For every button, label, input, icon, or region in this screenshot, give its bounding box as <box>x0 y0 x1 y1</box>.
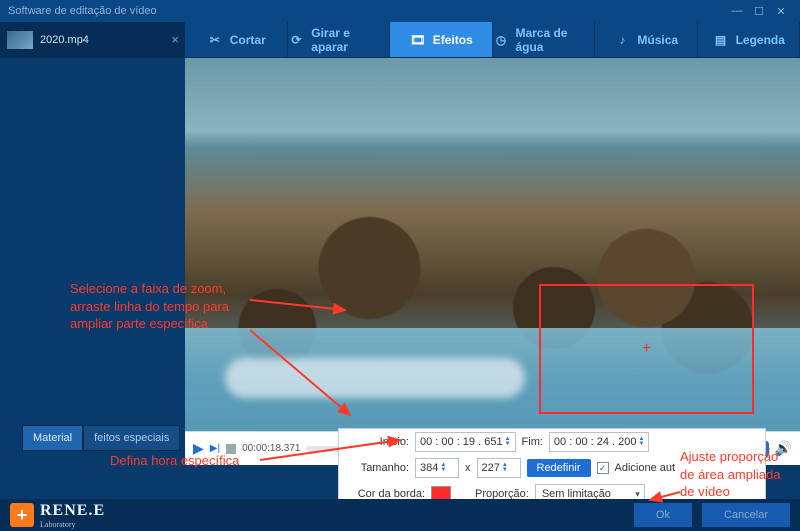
tab-rotate-label: Girar e aparar <box>311 26 389 54</box>
stop-button[interactable] <box>226 444 236 454</box>
scissors-icon: ✂ <box>206 31 224 49</box>
tab-music-label: Música <box>637 33 678 47</box>
title-bar: Software de editação de vídeo — ☐ ✕ <box>0 0 800 22</box>
file-chip[interactable]: 2020.mp4 × <box>0 22 185 57</box>
brand-logo: RENE.E Laboratory <box>10 502 105 529</box>
start-label: Início: <box>349 436 409 448</box>
app-title: Software de editação de vídeo <box>8 5 157 17</box>
tab-rotate[interactable]: ⟳ Girar e aparar <box>288 22 391 57</box>
tab-subtitle[interactable]: ▤ Legenda <box>698 22 800 57</box>
film-icon: 🎞 <box>409 31 427 49</box>
auto-add-checkbox[interactable]: ✓ <box>597 462 609 474</box>
tab-cut-label: Cortar <box>230 33 266 47</box>
tool-tabs: ✂ Cortar ⟳ Girar e aparar 🎞 Efeitos ◷ Ma… <box>185 22 800 57</box>
end-label: Fim: <box>522 436 543 448</box>
size-label: Tamanho: <box>349 462 409 474</box>
reset-button[interactable]: Redefinir <box>527 459 591 477</box>
start-time-input[interactable]: 00 : 00 : 19 . 651▲▼ <box>415 432 516 452</box>
tab-material[interactable]: Material <box>22 425 83 451</box>
file-name: 2020.mp4 <box>40 34 89 46</box>
tab-subtitle-label: Legenda <box>736 33 785 47</box>
step-button[interactable]: ▶| <box>210 443 220 454</box>
tab-watermark[interactable]: ◷ Marca de água <box>493 22 596 57</box>
crosshair-icon: + <box>642 340 651 358</box>
play-button[interactable]: ▶ <box>193 440 204 457</box>
time-current: 00:00:18.371 <box>242 443 300 454</box>
tab-watermark-label: Marca de água <box>515 26 594 54</box>
volume-icon[interactable]: 🔊 <box>775 440 792 457</box>
spin-down-icon: ▼ <box>505 442 511 447</box>
tab-cut[interactable]: ✂ Cortar <box>185 22 288 57</box>
stamp-icon: ◷ <box>493 31 510 49</box>
ok-button[interactable]: Ok <box>634 503 692 527</box>
end-time-input[interactable]: 00 : 00 : 24 . 200▲▼ <box>549 432 650 452</box>
brand-subtitle: Laboratory <box>40 520 105 529</box>
auto-add-label: Adicione aut <box>615 462 676 474</box>
left-panel: Material feitos especiais <box>0 58 185 465</box>
brand-name: RENE.E <box>40 502 105 520</box>
tab-effects-label: Efeitos <box>433 33 473 47</box>
footer-bar: RENE.E Laboratory Ok Cancelar <box>0 499 800 531</box>
music-note-icon: ♪ <box>613 31 631 49</box>
editor-toolbar: 2020.mp4 × ✂ Cortar ⟳ Girar e aparar 🎞 E… <box>0 22 800 58</box>
tab-effects[interactable]: 🎞 Efeitos <box>390 22 493 57</box>
video-viewer: + ▶ ▶| 00:00:18.371 00:00:19.651-00:00:2… <box>185 58 800 465</box>
material-tabs: Material feitos especiais <box>22 425 180 451</box>
rotate-icon: ⟳ <box>288 31 306 49</box>
video-frame[interactable]: + <box>185 58 800 465</box>
tab-special-effects[interactable]: feitos especiais <box>83 425 180 451</box>
close-file-icon[interactable]: × <box>171 32 179 47</box>
maximize-button[interactable]: ☐ <box>748 5 770 18</box>
width-input[interactable]: 384▲▼ <box>415 458 459 478</box>
tab-music[interactable]: ♪ Música <box>595 22 698 57</box>
subtitle-icon: ▤ <box>712 31 730 49</box>
minimize-button[interactable]: — <box>726 5 748 17</box>
file-thumbnail <box>6 30 34 50</box>
close-window-button[interactable]: ✕ <box>770 5 792 18</box>
cancel-button[interactable]: Cancelar <box>702 503 790 527</box>
brand-icon <box>10 503 34 527</box>
main-area: Material feitos especiais + ▶ ▶| 00:00:1… <box>0 58 800 465</box>
zoom-selection-box[interactable]: + <box>539 284 754 414</box>
height-input[interactable]: 227▲▼ <box>477 458 521 478</box>
